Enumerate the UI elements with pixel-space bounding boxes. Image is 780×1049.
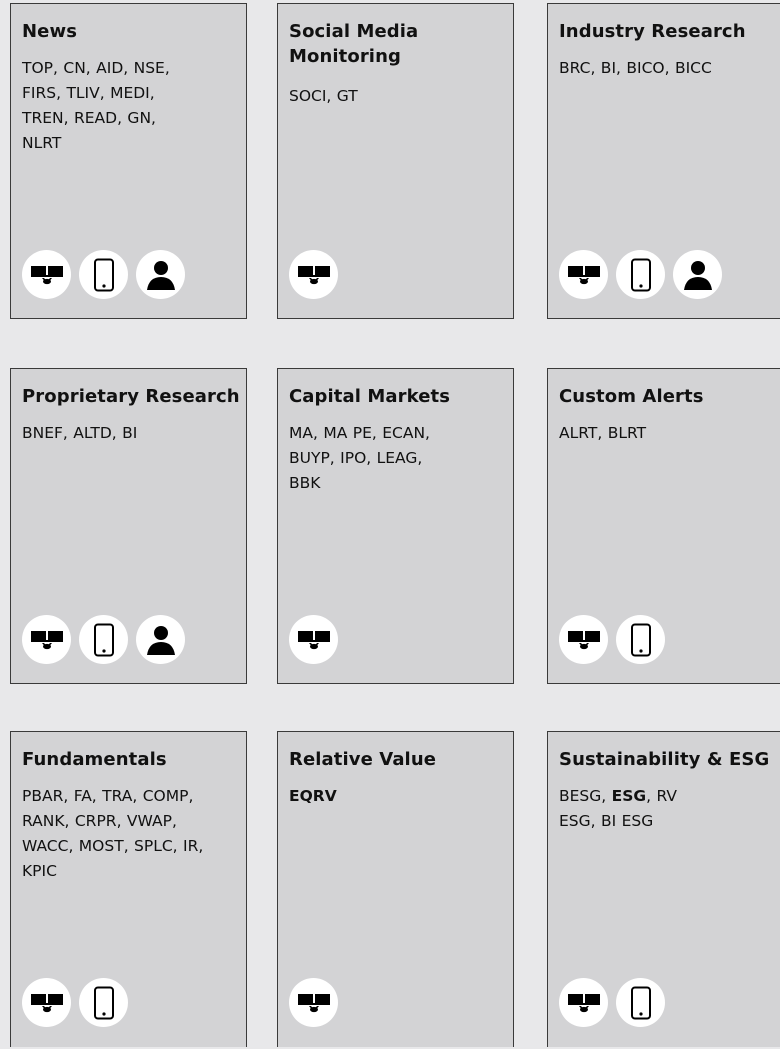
terminal-icon xyxy=(559,978,608,1027)
mobile-icon xyxy=(616,250,665,299)
person-icon xyxy=(673,250,722,299)
card-title: News xyxy=(22,21,78,42)
terminal-icon xyxy=(22,978,71,1027)
card-title: Proprietary Research xyxy=(22,386,240,407)
mobile-icon xyxy=(79,978,128,1027)
card-title: Capital Markets xyxy=(289,386,451,407)
card-fundamentals[interactable]: Fundamentals PBAR, FA, TRA, COMP, RANK, … xyxy=(10,731,247,1047)
card-title: Relative Value xyxy=(289,749,437,770)
card-functions: BRC, BI, BICO, BICC xyxy=(559,59,712,77)
mobile-icon xyxy=(79,615,128,664)
card-custom-alerts[interactable]: Custom Alerts ALRT, BLRT xyxy=(547,368,780,684)
card-title: Sustainability & ESG xyxy=(559,749,770,770)
card-functions: ALRT, BLRT xyxy=(559,424,647,442)
card-functions: BESG, ESG, RV ESG, BI ESG xyxy=(559,784,709,834)
terminal-icon xyxy=(22,615,71,664)
function-code-bold: ESG xyxy=(611,787,647,805)
card-sustainability-esg[interactable]: Sustainability & ESG BESG, ESG, RV ESG, … xyxy=(547,731,780,1047)
card-title: Industry Research xyxy=(559,21,746,42)
terminal-icon xyxy=(559,615,608,664)
person-icon xyxy=(136,250,185,299)
function-codes: BESG, xyxy=(559,787,612,805)
card-functions: MA, MA PE, ECAN, BUYP, IPO, LEAG, BBK xyxy=(289,424,430,492)
card-functions: EQRV xyxy=(289,784,507,809)
terminal-icon xyxy=(22,250,71,299)
card-title: Fundamentals xyxy=(22,749,167,770)
card-industry-research[interactable]: Industry Research BRC, BI, BICO, BICC xyxy=(547,3,780,319)
card-functions: PBAR, FA, TRA, COMP, RANK, CRPR, VWAP, W… xyxy=(22,787,204,880)
card-news[interactable]: News TOP, CN, AID, NSE, FIRS, TLIV, MEDI… xyxy=(10,3,247,319)
function-code-bold: EQRV xyxy=(289,787,337,805)
card-title: Custom Alerts xyxy=(559,386,704,407)
card-functions: TOP, CN, AID, NSE, FIRS, TLIV, MEDI, TRE… xyxy=(22,59,170,152)
mobile-icon xyxy=(79,250,128,299)
card-functions: BNEF, ALTD, BI xyxy=(22,424,138,442)
terminal-icon xyxy=(289,250,338,299)
card-title: Social Media Monitoring xyxy=(289,21,419,67)
mobile-icon xyxy=(616,615,665,664)
card-capital-markets[interactable]: Capital Markets MA, MA PE, ECAN, BUYP, I… xyxy=(277,368,514,684)
card-proprietary-research[interactable]: Proprietary Research BNEF, ALTD, BI xyxy=(10,368,247,684)
card-functions: SOCI, GT xyxy=(289,87,358,105)
terminal-icon xyxy=(289,978,338,1027)
card-relative-value[interactable]: Relative Value EQRV xyxy=(277,731,514,1047)
mobile-icon xyxy=(616,978,665,1027)
terminal-icon xyxy=(289,615,338,664)
card-social-media-monitoring[interactable]: Social Media Monitoring SOCI, GT xyxy=(277,3,514,319)
terminal-icon xyxy=(559,250,608,299)
person-icon xyxy=(136,615,185,664)
